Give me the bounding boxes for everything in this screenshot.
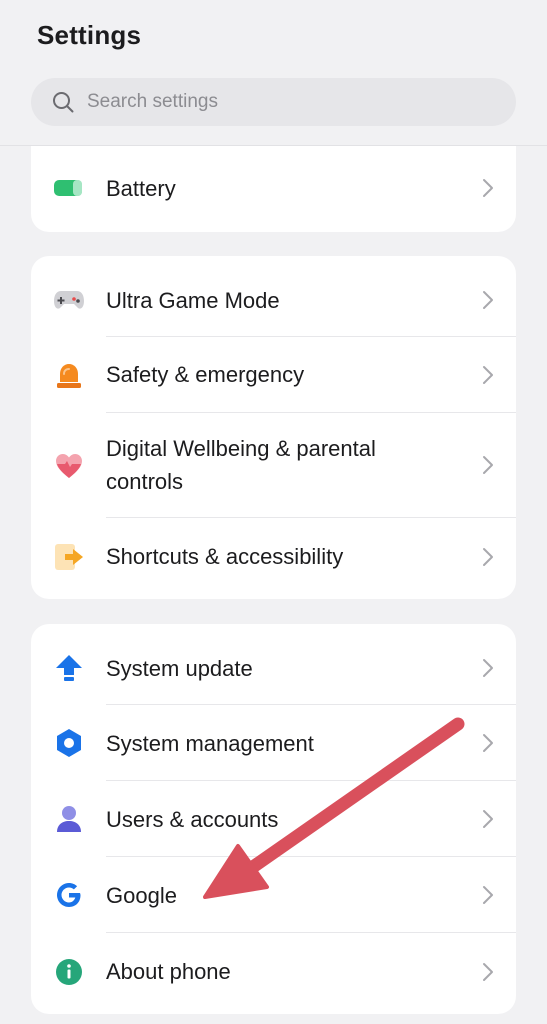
settings-item-about-phone[interactable]: About phone bbox=[31, 933, 516, 1014]
settings-item-label: Users & accounts bbox=[106, 807, 279, 832]
chevron-right-icon bbox=[483, 291, 493, 309]
settings-item-label: System management bbox=[106, 731, 314, 756]
search-icon bbox=[53, 92, 74, 113]
heart-icon bbox=[53, 450, 85, 482]
search-input[interactable] bbox=[87, 91, 487, 113]
chevron-right-icon bbox=[483, 810, 493, 828]
chevron-right-icon bbox=[483, 456, 493, 474]
battery-icon bbox=[53, 172, 85, 204]
siren-icon bbox=[53, 359, 85, 391]
search-bar[interactable] bbox=[31, 78, 516, 126]
settings-item-ultra-game-mode[interactable]: Ultra Game Mode bbox=[31, 256, 516, 337]
settings-item-users-accounts[interactable]: Users & accounts bbox=[31, 781, 516, 857]
settings-item-label: About phone bbox=[106, 959, 231, 984]
google-icon bbox=[53, 879, 85, 911]
gamepad-icon bbox=[53, 284, 85, 316]
user-icon bbox=[53, 803, 85, 835]
settings-item-shortcuts-accessibility[interactable]: Shortcuts & accessibility bbox=[31, 518, 516, 599]
card-features: Ultra Game Mode Safety & emergency Digit… bbox=[31, 256, 516, 599]
settings-item-label: System update bbox=[106, 656, 253, 681]
settings-item-google[interactable]: Google bbox=[31, 857, 516, 933]
settings-item-safety-emergency[interactable]: Safety & emergency bbox=[31, 337, 516, 413]
settings-item-label: Safety & emergency bbox=[106, 362, 305, 387]
chevron-right-icon bbox=[483, 366, 493, 384]
header: Settings bbox=[0, 0, 547, 146]
settings-item-label: Digital Wellbeing & parental controls bbox=[106, 436, 376, 494]
settings-item-system-management[interactable]: System management bbox=[31, 705, 516, 781]
chevron-right-icon bbox=[483, 734, 493, 752]
settings-item-digital-wellbeing[interactable]: Digital Wellbeing & parental controls bbox=[31, 413, 516, 518]
card-system: System update System management Users & … bbox=[31, 624, 516, 1014]
chevron-right-icon bbox=[483, 179, 493, 197]
hexagon-icon bbox=[53, 727, 85, 759]
chevron-right-icon bbox=[483, 659, 493, 677]
info-icon bbox=[53, 956, 85, 988]
settings-item-label: Shortcuts & accessibility bbox=[106, 544, 344, 569]
settings-item-battery[interactable]: Battery bbox=[31, 157, 516, 219]
chevron-right-icon bbox=[483, 886, 493, 904]
settings-item-system-update[interactable]: System update bbox=[31, 624, 516, 705]
settings-screen: Settings Battery bbox=[0, 0, 547, 1024]
settings-item-label: Google bbox=[106, 883, 177, 908]
page-title: Settings bbox=[37, 20, 142, 50]
update-arrow-icon bbox=[53, 652, 85, 684]
chevron-right-icon bbox=[483, 963, 493, 981]
settings-item-label: Ultra Game Mode bbox=[106, 288, 280, 313]
chevron-right-icon bbox=[483, 548, 493, 566]
settings-item-label: Battery bbox=[106, 176, 176, 201]
shortcut-icon bbox=[53, 541, 85, 573]
